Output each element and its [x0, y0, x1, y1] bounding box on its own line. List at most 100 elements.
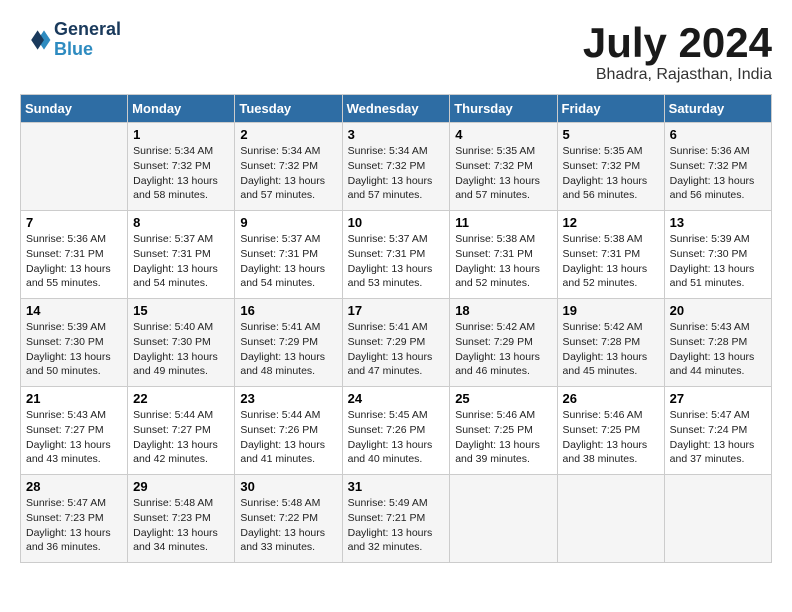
date-number: 22: [133, 391, 229, 406]
cell-sun-info: Sunrise: 5:43 AMSunset: 7:28 PMDaylight:…: [670, 320, 766, 379]
cell-sun-info: Sunrise: 5:48 AMSunset: 7:23 PMDaylight:…: [133, 496, 229, 555]
calendar-cell: 20 Sunrise: 5:43 AMSunset: 7:28 PMDayligh…: [664, 299, 771, 387]
date-number: 2: [240, 127, 336, 142]
calendar-cell: 28Sunrise: 5:47 AMSunset: 7:23 PMDayligh…: [21, 475, 128, 563]
calendar-cell: 15Sunrise: 5:40 AMSunset: 7:30 PMDayligh…: [128, 299, 235, 387]
calendar-cell: 30Sunrise: 5:48 AMSunset: 7:22 PMDayligh…: [235, 475, 342, 563]
header-saturday: Saturday: [664, 95, 771, 123]
cell-sun-info: Sunrise: 5:34 AMSunset: 7:32 PMDaylight:…: [348, 144, 445, 203]
cell-sun-info: Sunrise: 5:48 AMSunset: 7:22 PMDaylight:…: [240, 496, 336, 555]
date-number: 18: [455, 303, 551, 318]
calendar-cell: 6 Sunrise: 5:36 AMSunset: 7:32 PMDaylight…: [664, 123, 771, 211]
calendar-week-3: 14 Sunrise: 5:39 AMSunset: 7:30 PMDayligh…: [21, 299, 772, 387]
calendar-cell: 17 Sunrise: 5:41 AMSunset: 7:29 PMDayligh…: [342, 299, 450, 387]
cell-sun-info: Sunrise: 5:34 AMSunset: 7:32 PMDaylight:…: [133, 144, 229, 203]
date-number: 19: [563, 303, 659, 318]
calendar-cell: 1 Sunrise: 5:34 AMSunset: 7:32 PMDaylight…: [128, 123, 235, 211]
logo: General Blue: [20, 20, 121, 60]
calendar-cell: 19 Sunrise: 5:42 AMSunset: 7:28 PMDayligh…: [557, 299, 664, 387]
cell-sun-info: Sunrise: 5:43 AMSunset: 7:27 PMDaylight:…: [26, 408, 122, 467]
calendar-cell: 29 Sunrise: 5:48 AMSunset: 7:23 PMDayligh…: [128, 475, 235, 563]
date-number: 11: [455, 215, 551, 230]
cell-sun-info: Sunrise: 5:37 AMSunset: 7:31 PMDaylight:…: [240, 232, 336, 291]
cell-sun-info: Sunrise: 5:42 AMSunset: 7:29 PMDaylight:…: [455, 320, 551, 379]
calendar-cell: 4 Sunrise: 5:35 AMSunset: 7:32 PMDaylight…: [450, 123, 557, 211]
calendar-cell: 14 Sunrise: 5:39 AMSunset: 7:30 PMDayligh…: [21, 299, 128, 387]
calendar-cell: 21 Sunrise: 5:43 AMSunset: 7:27 PMDayligh…: [21, 387, 128, 475]
cell-sun-info: Sunrise: 5:44 AMSunset: 7:27 PMDaylight:…: [133, 408, 229, 467]
calendar-table: SundayMondayTuesdayWednesdayThursdayFrid…: [20, 94, 772, 563]
cell-sun-info: Sunrise: 5:41 AMSunset: 7:29 PMDaylight:…: [348, 320, 445, 379]
date-number: 8: [133, 215, 229, 230]
cell-sun-info: Sunrise: 5:36 AMSunset: 7:32 PMDaylight:…: [670, 144, 766, 203]
date-number: 15: [133, 303, 229, 318]
calendar-cell: 3Sunrise: 5:34 AMSunset: 7:32 PMDaylight…: [342, 123, 450, 211]
calendar-cell: 10 Sunrise: 5:37 AMSunset: 7:31 PMDayligh…: [342, 211, 450, 299]
header-friday: Friday: [557, 95, 664, 123]
calendar-cell: 11 Sunrise: 5:38 AMSunset: 7:31 PMDayligh…: [450, 211, 557, 299]
calendar-cell: 2 Sunrise: 5:34 AMSunset: 7:32 PMDaylight…: [235, 123, 342, 211]
date-number: 20: [670, 303, 766, 318]
cell-sun-info: Sunrise: 5:47 AMSunset: 7:24 PMDaylight:…: [670, 408, 766, 467]
calendar-cell: 25Sunrise: 5:46 AMSunset: 7:25 PMDayligh…: [450, 387, 557, 475]
header-thursday: Thursday: [450, 95, 557, 123]
calendar-cell: 7 Sunrise: 5:36 AMSunset: 7:31 PMDaylight…: [21, 211, 128, 299]
calendar-cell: [664, 475, 771, 563]
cell-sun-info: Sunrise: 5:34 AMSunset: 7:32 PMDaylight:…: [240, 144, 336, 203]
location-subtitle: Bhadra, Rajasthan, India: [583, 66, 772, 84]
cell-sun-info: Sunrise: 5:41 AMSunset: 7:29 PMDaylight:…: [240, 320, 336, 379]
calendar-cell: 13 Sunrise: 5:39 AMSunset: 7:30 PMDayligh…: [664, 211, 771, 299]
cell-sun-info: Sunrise: 5:36 AMSunset: 7:31 PMDaylight:…: [26, 232, 122, 291]
date-number: 5: [563, 127, 659, 142]
date-number: 14: [26, 303, 122, 318]
cell-sun-info: Sunrise: 5:35 AMSunset: 7:32 PMDaylight:…: [563, 144, 659, 203]
calendar-cell: 27 Sunrise: 5:47 AMSunset: 7:24 PMDayligh…: [664, 387, 771, 475]
date-number: 21: [26, 391, 122, 406]
date-number: 28: [26, 479, 122, 494]
calendar-cell: [557, 475, 664, 563]
cell-sun-info: Sunrise: 5:37 AMSunset: 7:31 PMDaylight:…: [133, 232, 229, 291]
cell-sun-info: Sunrise: 5:38 AMSunset: 7:31 PMDaylight:…: [455, 232, 551, 291]
date-number: 27: [670, 391, 766, 406]
cell-sun-info: Sunrise: 5:49 AMSunset: 7:21 PMDaylight:…: [348, 496, 445, 555]
logo-text: General Blue: [54, 20, 121, 60]
date-number: 13: [670, 215, 766, 230]
date-number: 10: [348, 215, 445, 230]
cell-sun-info: Sunrise: 5:39 AMSunset: 7:30 PMDaylight:…: [26, 320, 122, 379]
calendar-cell: 18 Sunrise: 5:42 AMSunset: 7:29 PMDayligh…: [450, 299, 557, 387]
cell-sun-info: Sunrise: 5:35 AMSunset: 7:32 PMDaylight:…: [455, 144, 551, 203]
header-sunday: Sunday: [21, 95, 128, 123]
date-number: 4: [455, 127, 551, 142]
date-number: 31: [348, 479, 445, 494]
calendar-cell: 22 Sunrise: 5:44 AMSunset: 7:27 PMDayligh…: [128, 387, 235, 475]
calendar-cell: 12Sunrise: 5:38 AMSunset: 7:31 PMDayligh…: [557, 211, 664, 299]
cell-sun-info: Sunrise: 5:38 AMSunset: 7:31 PMDaylight:…: [563, 232, 659, 291]
date-number: 6: [670, 127, 766, 142]
header-tuesday: Tuesday: [235, 95, 342, 123]
title-block: July 2024 Bhadra, Rajasthan, India: [583, 20, 772, 84]
calendar-week-4: 21 Sunrise: 5:43 AMSunset: 7:27 PMDayligh…: [21, 387, 772, 475]
date-number: 23: [240, 391, 336, 406]
cell-sun-info: Sunrise: 5:37 AMSunset: 7:31 PMDaylight:…: [348, 232, 445, 291]
date-number: 24: [348, 391, 445, 406]
logo-icon: [20, 24, 52, 56]
cell-sun-info: Sunrise: 5:46 AMSunset: 7:25 PMDaylight:…: [563, 408, 659, 467]
calendar-week-2: 7 Sunrise: 5:36 AMSunset: 7:31 PMDaylight…: [21, 211, 772, 299]
calendar-cell: 24 Sunrise: 5:45 AMSunset: 7:26 PMDayligh…: [342, 387, 450, 475]
calendar-cell: 16 Sunrise: 5:41 AMSunset: 7:29 PMDayligh…: [235, 299, 342, 387]
cell-sun-info: Sunrise: 5:45 AMSunset: 7:26 PMDaylight:…: [348, 408, 445, 467]
cell-sun-info: Sunrise: 5:44 AMSunset: 7:26 PMDaylight:…: [240, 408, 336, 467]
date-number: 1: [133, 127, 229, 142]
cell-sun-info: Sunrise: 5:42 AMSunset: 7:28 PMDaylight:…: [563, 320, 659, 379]
date-number: 17: [348, 303, 445, 318]
date-number: 16: [240, 303, 336, 318]
calendar-cell: [450, 475, 557, 563]
header-wednesday: Wednesday: [342, 95, 450, 123]
calendar-cell: 9Sunrise: 5:37 AMSunset: 7:31 PMDaylight…: [235, 211, 342, 299]
calendar-week-5: 28Sunrise: 5:47 AMSunset: 7:23 PMDayligh…: [21, 475, 772, 563]
date-number: 7: [26, 215, 122, 230]
date-number: 29: [133, 479, 229, 494]
cell-sun-info: Sunrise: 5:39 AMSunset: 7:30 PMDaylight:…: [670, 232, 766, 291]
calendar-cell: 26Sunrise: 5:46 AMSunset: 7:25 PMDayligh…: [557, 387, 664, 475]
calendar-week-1: 1 Sunrise: 5:34 AMSunset: 7:32 PMDaylight…: [21, 123, 772, 211]
